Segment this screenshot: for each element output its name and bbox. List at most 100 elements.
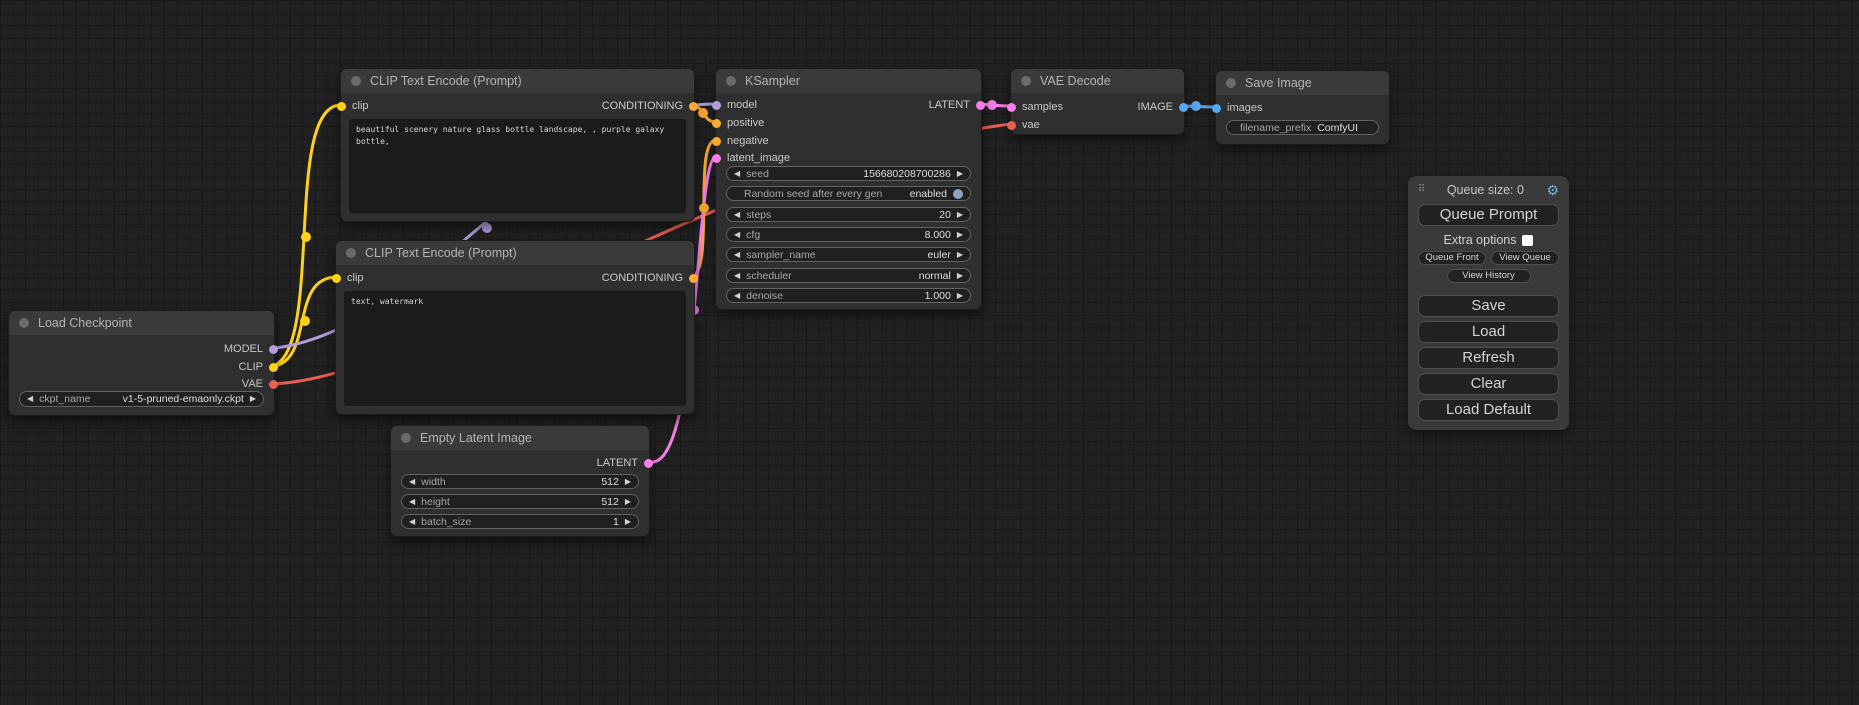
conditioning-slot-dot-icon[interactable] [689,102,698,111]
denoise-widget[interactable]: ◀ denoise 1.000 ▶ [726,288,971,303]
input-slot-clip[interactable]: clip [337,99,369,113]
increment-arrow-icon[interactable]: ▶ [957,272,963,280]
output-slot-latent[interactable]: LATENT [929,98,985,112]
cfg-widget[interactable]: ◀ cfg 8.000 ▶ [726,227,971,242]
increment-arrow-icon[interactable]: ▶ [625,518,631,526]
wire-midpoint-dot[interactable] [1191,101,1201,111]
input-slot-negative[interactable]: negative [712,134,769,148]
collapse-dot-icon[interactable] [1226,78,1236,88]
decrement-arrow-icon[interactable]: ◀ [409,518,415,526]
queue-front-button[interactable]: Queue Front [1418,251,1486,265]
random-seed-toggle-widget[interactable]: Random seed after every gen enabled [726,186,971,201]
filename-prefix-widget[interactable]: filename_prefix ComfyUI [1226,120,1379,135]
settings-gear-icon[interactable]: ⚙ [1546,183,1559,197]
node-header[interactable]: CLIP Text Encode (Prompt) [336,241,694,265]
output-slot-conditioning[interactable]: CONDITIONING [602,271,698,285]
decrement-arrow-icon[interactable]: ◀ [734,292,740,300]
decrement-arrow-icon[interactable]: ◀ [734,170,740,178]
wire-midpoint-dot[interactable] [699,203,709,213]
conditioning-slot-dot-icon[interactable] [689,274,698,283]
node-clip-text-encode-positive[interactable]: CLIP Text Encode (Prompt) clip CONDITION… [340,68,695,222]
clip-slot-dot-icon[interactable] [269,363,278,372]
model-slot-dot-icon[interactable] [269,345,278,354]
vae-slot-dot-icon[interactable] [1007,121,1016,130]
view-queue-button[interactable]: View Queue [1491,251,1559,265]
decrement-arrow-icon[interactable]: ◀ [27,395,33,403]
output-slot-image[interactable]: IMAGE [1138,100,1188,114]
node-header[interactable]: KSampler [716,69,981,93]
load-default-button[interactable]: Load Default [1418,399,1559,421]
steps-widget[interactable]: ◀ steps 20 ▶ [726,207,971,222]
batch-size-widget[interactable]: ◀ batch_size 1 ▶ [401,514,639,529]
output-slot-conditioning[interactable]: CONDITIONING [602,99,698,113]
input-slot-positive[interactable]: positive [712,116,764,130]
node-graph-canvas[interactable]: Load Checkpoint MODEL CLIP VAE ◀ ckpt_na… [0,0,1859,705]
decrement-arrow-icon[interactable]: ◀ [409,478,415,486]
positive-prompt-textarea[interactable]: beautiful scenery nature glass bottle la… [349,119,686,213]
view-history-button[interactable]: View History [1447,269,1531,283]
queue-prompt-button[interactable]: Queue Prompt [1418,204,1559,226]
output-slot-vae[interactable]: VAE [242,377,278,391]
latent-slot-dot-icon[interactable] [1007,103,1016,112]
decrement-arrow-icon[interactable]: ◀ [734,211,740,219]
load-button[interactable]: Load [1418,321,1559,343]
node-header[interactable]: CLIP Text Encode (Prompt) [341,69,694,93]
decrement-arrow-icon[interactable]: ◀ [734,272,740,280]
collapse-dot-icon[interactable] [401,433,411,443]
input-slot-model[interactable]: model [712,98,757,112]
node-header[interactable]: Empty Latent Image [391,426,649,450]
node-load-checkpoint[interactable]: Load Checkpoint MODEL CLIP VAE ◀ ckpt_na… [8,310,275,416]
height-widget[interactable]: ◀ height 512 ▶ [401,494,639,509]
width-widget[interactable]: ◀ width 512 ▶ [401,474,639,489]
negative-prompt-textarea[interactable]: text, watermark [344,291,686,406]
increment-arrow-icon[interactable]: ▶ [250,395,256,403]
extra-options-checkbox[interactable] [1522,235,1533,246]
toggle-enabled-dot-icon[interactable] [953,189,963,199]
node-header[interactable]: Load Checkpoint [9,311,274,335]
increment-arrow-icon[interactable]: ▶ [957,251,963,259]
input-slot-clip[interactable]: clip [332,271,364,285]
node-ksampler[interactable]: KSampler model positive negative latent_… [715,68,982,310]
increment-arrow-icon[interactable]: ▶ [957,231,963,239]
wire-midpoint-dot[interactable] [300,316,310,326]
increment-arrow-icon[interactable]: ▶ [957,211,963,219]
input-slot-samples[interactable]: samples [1007,100,1063,114]
increment-arrow-icon[interactable]: ▶ [957,292,963,300]
latent-slot-dot-icon[interactable] [712,154,721,163]
sampler-name-widget[interactable]: ◀ sampler_name euler ▶ [726,247,971,262]
collapse-dot-icon[interactable] [1021,76,1031,86]
decrement-arrow-icon[interactable]: ◀ [734,231,740,239]
input-slot-images[interactable]: images [1212,101,1262,115]
node-header[interactable]: Save Image [1216,71,1389,95]
clip-slot-dot-icon[interactable] [337,102,346,111]
conditioning-slot-dot-icon[interactable] [712,119,721,128]
decrement-arrow-icon[interactable]: ◀ [734,251,740,259]
input-slot-vae[interactable]: vae [1007,118,1040,132]
increment-arrow-icon[interactable]: ▶ [625,498,631,506]
increment-arrow-icon[interactable]: ▶ [957,170,963,178]
save-button[interactable]: Save [1418,295,1559,317]
node-header[interactable]: VAE Decode [1011,69,1184,93]
input-slot-latent-image[interactable]: latent_image [712,151,790,165]
wire-midpoint-dot[interactable] [987,100,997,110]
conditioning-slot-dot-icon[interactable] [712,137,721,146]
image-slot-dot-icon[interactable] [1179,103,1188,112]
node-vae-decode[interactable]: VAE Decode samples vae IMAGE [1010,68,1185,135]
scheduler-widget[interactable]: ◀ scheduler normal ▶ [726,268,971,283]
refresh-button[interactable]: Refresh [1418,347,1559,369]
model-slot-dot-icon[interactable] [712,101,721,110]
output-slot-latent[interactable]: LATENT [597,456,653,470]
node-save-image[interactable]: Save Image images filename_prefix ComfyU… [1215,70,1390,145]
seed-widget[interactable]: ◀ seed 156680208700286 ▶ [726,166,971,181]
output-slot-model[interactable]: MODEL [224,342,278,356]
increment-arrow-icon[interactable]: ▶ [625,478,631,486]
vae-slot-dot-icon[interactable] [269,380,278,389]
node-clip-text-encode-negative[interactable]: CLIP Text Encode (Prompt) clip CONDITION… [335,240,695,415]
node-empty-latent-image[interactable]: Empty Latent Image LATENT ◀ width 512 ▶ … [390,425,650,537]
image-slot-dot-icon[interactable] [1212,104,1221,113]
output-slot-clip[interactable]: CLIP [239,360,278,374]
collapse-dot-icon[interactable] [726,76,736,86]
collapse-dot-icon[interactable] [346,248,356,258]
wire-midpoint-dot[interactable] [301,232,311,242]
collapse-dot-icon[interactable] [19,318,29,328]
